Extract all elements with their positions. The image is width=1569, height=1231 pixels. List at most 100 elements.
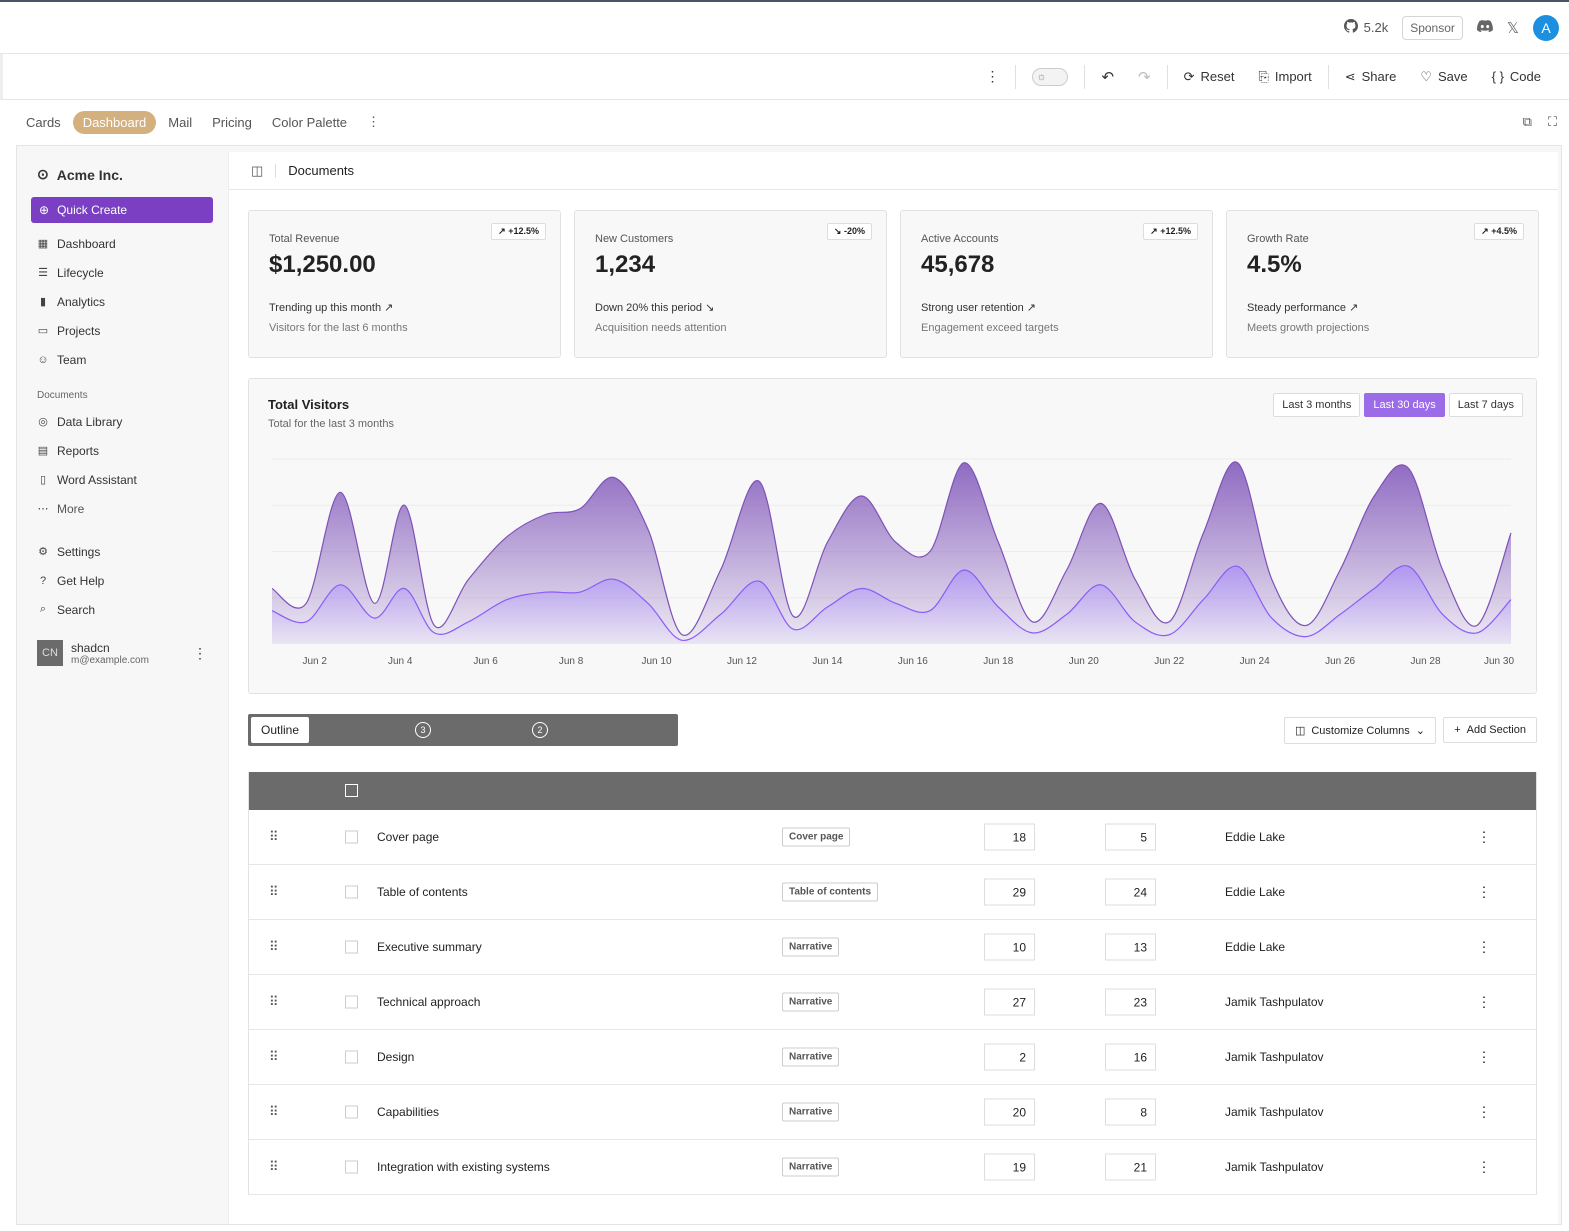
- row-actions-icon[interactable]: ⋮: [1477, 994, 1491, 1011]
- row-title[interactable]: Table of contents: [377, 885, 468, 899]
- target-input[interactable]: 27: [984, 988, 1035, 1016]
- share-button[interactable]: ⋖ Share: [1333, 69, 1409, 85]
- row-title[interactable]: Capabilities: [377, 1105, 439, 1119]
- table-row[interactable]: ⠿ Integration with existing systems Narrat…: [249, 1140, 1536, 1195]
- row-actions-icon[interactable]: ⋮: [1477, 1104, 1491, 1121]
- row-actions-icon[interactable]: ⋮: [1477, 1159, 1491, 1176]
- limit-input[interactable]: 23: [1105, 988, 1156, 1016]
- target-input[interactable]: 19: [984, 1153, 1035, 1181]
- drag-handle-icon[interactable]: ⠿: [269, 1104, 278, 1120]
- sidebar-item-word-assistant[interactable]: ▯ Word Assistant: [31, 465, 213, 494]
- tab-pricing[interactable]: Pricing: [204, 111, 260, 134]
- tab-count-badge[interactable]: 3: [415, 722, 431, 738]
- tab-color-palette[interactable]: Color Palette: [264, 111, 355, 134]
- sidebar-item-settings[interactable]: ⚙ Settings: [31, 537, 213, 566]
- quick-create-button[interactable]: ⊕ Quick Create: [31, 197, 213, 223]
- drag-handle-icon[interactable]: ⠿: [269, 829, 278, 845]
- user-menu-icon[interactable]: ⋮: [193, 645, 207, 662]
- sidebar-item-get-help[interactable]: ? Get Help: [31, 566, 213, 595]
- sidebar-toggle-icon[interactable]: ◫: [251, 163, 263, 179]
- user-menu[interactable]: CN shadcn m@example.com ⋮: [31, 632, 213, 674]
- row-actions-icon[interactable]: ⋮: [1477, 1049, 1491, 1066]
- tab-count-badge[interactable]: 2: [532, 722, 548, 738]
- sidebar-item-lifecycle[interactable]: ☰ Lifecycle: [31, 258, 213, 287]
- sidebar-item-search[interactable]: ⌕ Search: [31, 595, 213, 624]
- drag-handle-icon[interactable]: ⠿: [269, 994, 278, 1010]
- user-avatar[interactable]: A: [1533, 14, 1559, 41]
- range-3-months-button[interactable]: Last 3 months: [1273, 393, 1361, 417]
- discord-icon[interactable]: [1476, 20, 1493, 35]
- select-all-checkbox[interactable]: [345, 784, 358, 797]
- sidebar-item-more[interactable]: ⋯ More: [31, 494, 213, 523]
- table-row[interactable]: ⠿ Cover page Cover page 18 5 Eddie Lake ⋮: [249, 810, 1536, 865]
- badge-value: +12.5%: [508, 226, 539, 236]
- table-row[interactable]: ⠿ Design Narrative 2 16 Jamik Tashpulatov ⋮: [249, 1030, 1536, 1085]
- table-row[interactable]: ⠿ Table of contents Table of contents 29 24 E…: [249, 865, 1536, 920]
- target-input[interactable]: 10: [984, 933, 1035, 961]
- sponsor-button[interactable]: Sponsor: [1402, 15, 1463, 40]
- row-checkbox[interactable]: [345, 1160, 358, 1174]
- more-options-icon[interactable]: ⋮: [973, 68, 1011, 85]
- code-button[interactable]: { } Code: [1480, 69, 1553, 84]
- range-7-days-button[interactable]: Last 7 days: [1448, 393, 1523, 417]
- target-input[interactable]: 20: [984, 1098, 1035, 1126]
- row-actions-icon[interactable]: ⋮: [1477, 829, 1491, 846]
- drag-handle-icon[interactable]: ⠿: [269, 939, 278, 955]
- save-button[interactable]: ♡ Save: [1408, 69, 1479, 85]
- sidebar-item-reports[interactable]: ▤ Reports: [31, 436, 213, 465]
- sidebar-item-data-library[interactable]: ◎ Data Library: [31, 407, 213, 436]
- x-twitter-icon[interactable]: 𝕏: [1507, 19, 1519, 37]
- target-input[interactable]: 18: [984, 823, 1035, 851]
- drag-handle-icon[interactable]: ⠿: [269, 1049, 278, 1065]
- table-row[interactable]: ⠿ Executive summary Narrative 10 13 Eddie Lak…: [249, 920, 1536, 975]
- row-actions-icon[interactable]: ⋮: [1477, 939, 1491, 956]
- row-checkbox[interactable]: [345, 1050, 358, 1064]
- row-checkbox[interactable]: [345, 830, 358, 844]
- customize-columns-button[interactable]: ◫ Customize Columns ⌄: [1283, 717, 1436, 744]
- limit-input[interactable]: 21: [1105, 1153, 1156, 1181]
- row-title[interactable]: Design: [377, 1050, 414, 1064]
- drag-handle-icon[interactable]: ⠿: [269, 1159, 278, 1175]
- add-section-button[interactable]: + Add Section: [1443, 717, 1537, 743]
- row-checkbox[interactable]: [345, 995, 358, 1009]
- brand[interactable]: ⊙ Acme Inc.: [31, 162, 213, 187]
- row-type-badge: Narrative: [782, 1102, 840, 1122]
- row-title[interactable]: Technical approach: [377, 995, 480, 1009]
- toolbar-divider: [1084, 64, 1086, 89]
- row-title[interactable]: Executive summary: [377, 940, 482, 954]
- github-link[interactable]: 5.2k: [1343, 19, 1388, 36]
- tab-cards[interactable]: Cards: [18, 111, 69, 134]
- undo-icon[interactable]: ↶: [1089, 68, 1126, 86]
- row-checkbox[interactable]: [345, 885, 358, 899]
- row-title[interactable]: Cover page: [377, 830, 439, 844]
- range-30-days-button[interactable]: Last 30 days: [1364, 393, 1445, 417]
- table-row[interactable]: ⠿ Capabilities Narrative 20 8 Jamik Tashpulat…: [249, 1085, 1536, 1140]
- tab-dashboard[interactable]: Dashboard: [72, 110, 157, 134]
- limit-input[interactable]: 5: [1105, 823, 1156, 851]
- limit-input[interactable]: 16: [1105, 1043, 1156, 1071]
- sidebar-item-projects[interactable]: ▭ Projects: [31, 316, 213, 345]
- limit-input[interactable]: 8: [1105, 1098, 1156, 1126]
- row-actions-icon[interactable]: ⋮: [1477, 884, 1491, 901]
- limit-input[interactable]: 24: [1105, 878, 1156, 906]
- sidebar-item-analytics[interactable]: ▮ Analytics: [31, 287, 213, 316]
- limit-input[interactable]: 13: [1105, 933, 1156, 961]
- row-checkbox[interactable]: [345, 1105, 358, 1119]
- import-button[interactable]: ⎘ Import: [1246, 69, 1323, 85]
- table-row[interactable]: ⠿ Technical approach Narrative 27 23 Jamik Ta…: [249, 975, 1536, 1030]
- row-checkbox[interactable]: [345, 940, 358, 954]
- drag-handle-icon[interactable]: ⠿: [269, 884, 278, 900]
- sidebar-item-dashboard[interactable]: ▦ Dashboard: [31, 229, 213, 258]
- row-title[interactable]: Integration with existing systems: [377, 1160, 550, 1174]
- target-input[interactable]: 29: [984, 878, 1035, 906]
- theme-toggle[interactable]: ☼: [1032, 67, 1069, 86]
- tab-mail[interactable]: Mail: [160, 111, 200, 134]
- fullscreen-icon[interactable]: ⛶: [1548, 114, 1557, 130]
- preview-icon[interactable]: ⧉: [1523, 114, 1532, 130]
- tabs-more-icon[interactable]: ⋮: [359, 110, 388, 134]
- reset-button[interactable]: ⟳ Reset: [1172, 69, 1247, 85]
- tab-outline[interactable]: Outline: [251, 717, 310, 743]
- sidebar-item-team[interactable]: ☺ Team: [31, 345, 213, 374]
- target-input[interactable]: 2: [984, 1043, 1035, 1071]
- redo-icon[interactable]: ↷: [1126, 68, 1163, 86]
